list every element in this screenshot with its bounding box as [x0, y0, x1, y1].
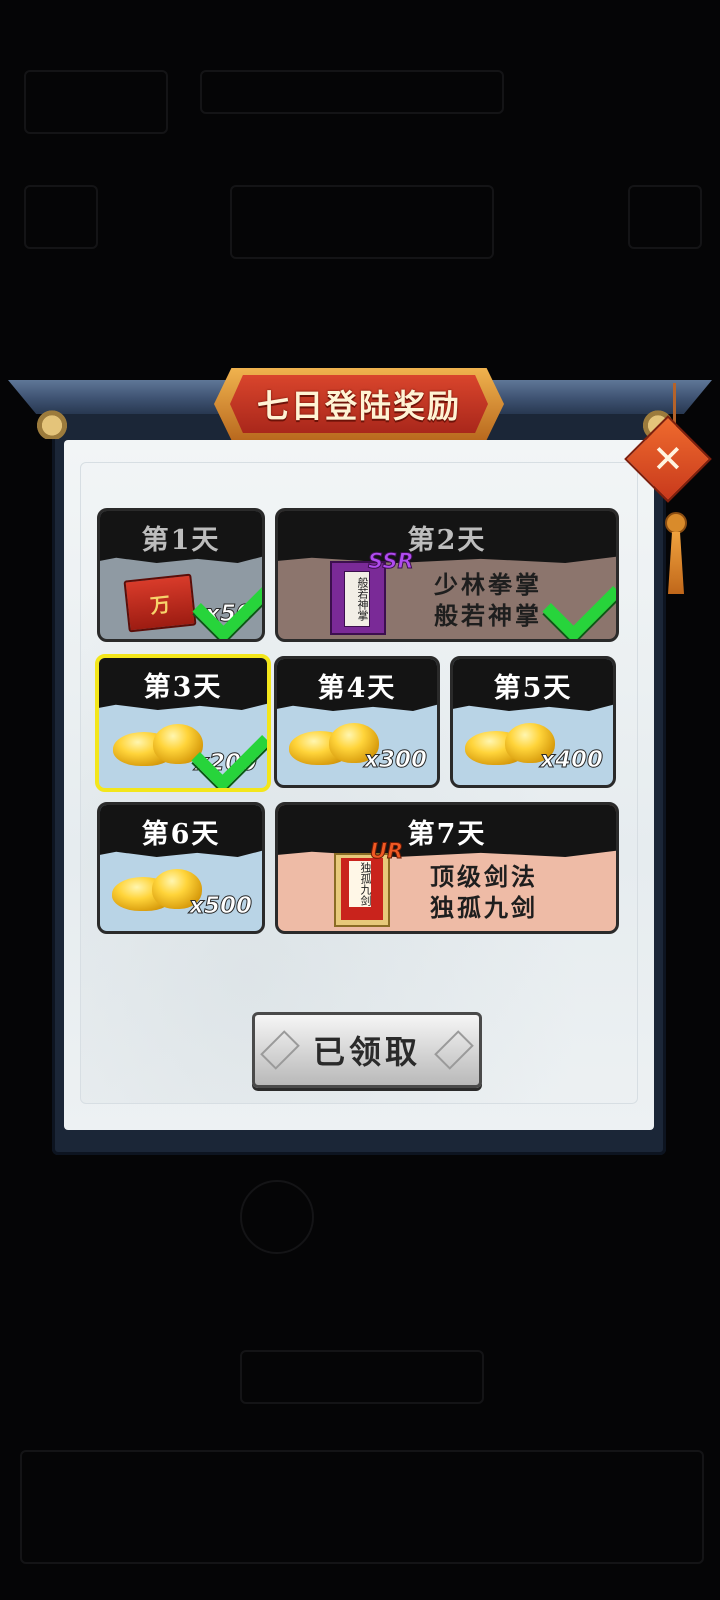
- day-label: 第2天: [407, 524, 487, 556]
- tassel: [668, 532, 684, 594]
- red-book-icon: 独孤九剑: [334, 853, 390, 927]
- reward-description: 少林拳掌 般若神掌: [434, 570, 542, 630]
- button-ornament: [260, 1030, 300, 1070]
- reward-card-day-7[interactable]: 第7天 独孤九剑 UR 顶级剑法 独孤九剑: [275, 802, 619, 934]
- checkmark-icon: [192, 563, 262, 639]
- day-label: 第3天: [143, 671, 223, 703]
- day-label: 第4天: [317, 672, 397, 704]
- page-title: 七日登陆奖励: [256, 387, 461, 425]
- tassel-knot: [665, 512, 687, 534]
- button-ornament: [434, 1030, 474, 1070]
- title-plaque-inner: 七日登陆奖励: [230, 375, 488, 433]
- claimed-button-label: 已领取: [312, 1033, 421, 1071]
- card-header: 第2天: [278, 511, 616, 563]
- day-label: 第1天: [141, 524, 221, 556]
- reward-card-day-5[interactable]: 第5天 x400: [450, 656, 616, 788]
- bg-panel: [240, 1350, 484, 1404]
- reward-card-day-4[interactable]: 第4天 x300: [274, 656, 440, 788]
- day-label: 第6天: [141, 818, 221, 850]
- bg-panel: [628, 185, 702, 249]
- bg-circle: [240, 1180, 314, 1254]
- bg-panel: [20, 1450, 704, 1564]
- bg-panel: [230, 185, 494, 259]
- close-icon: ✕: [652, 437, 684, 481]
- claimed-button[interactable]: 已领取: [252, 1012, 482, 1088]
- reward-card-day-3[interactable]: 第3天 x200: [95, 654, 271, 792]
- reward-quantity: x400: [540, 747, 604, 774]
- reward-description: 顶级剑法 独孤九剑: [430, 862, 538, 922]
- bg-panel: [24, 185, 98, 249]
- checkmark-icon: [542, 563, 616, 639]
- rarity-badge: SSR: [368, 549, 415, 574]
- day-label: 第7天: [407, 818, 487, 850]
- reward-quantity: x500: [189, 893, 253, 920]
- reward-card-day-1[interactable]: 第1天 万 x50: [97, 508, 265, 642]
- rarity-badge: UR: [369, 839, 404, 864]
- card-header: 第5天: [453, 659, 613, 711]
- card-header: 第7天: [278, 805, 616, 857]
- card-header: 第3天: [99, 658, 267, 710]
- bg-panel: [200, 70, 504, 114]
- bg-panel: [24, 70, 168, 134]
- reward-card-day-2[interactable]: 第2天 般若神掌 SSR 少林拳掌 般若神掌: [275, 508, 619, 642]
- checkmark-icon: [191, 712, 267, 788]
- reward-card-day-6[interactable]: 第6天 x500: [97, 802, 265, 934]
- card-header: 第4天: [277, 659, 437, 711]
- gold-ingot-icon: [113, 724, 203, 770]
- book-icon: 万: [123, 573, 197, 633]
- cloud-ornament-left: [26, 405, 78, 439]
- day-label: 第5天: [493, 672, 573, 704]
- card-header: 第1天: [100, 511, 262, 563]
- reward-quantity: x300: [364, 747, 428, 774]
- card-header: 第6天: [100, 805, 262, 857]
